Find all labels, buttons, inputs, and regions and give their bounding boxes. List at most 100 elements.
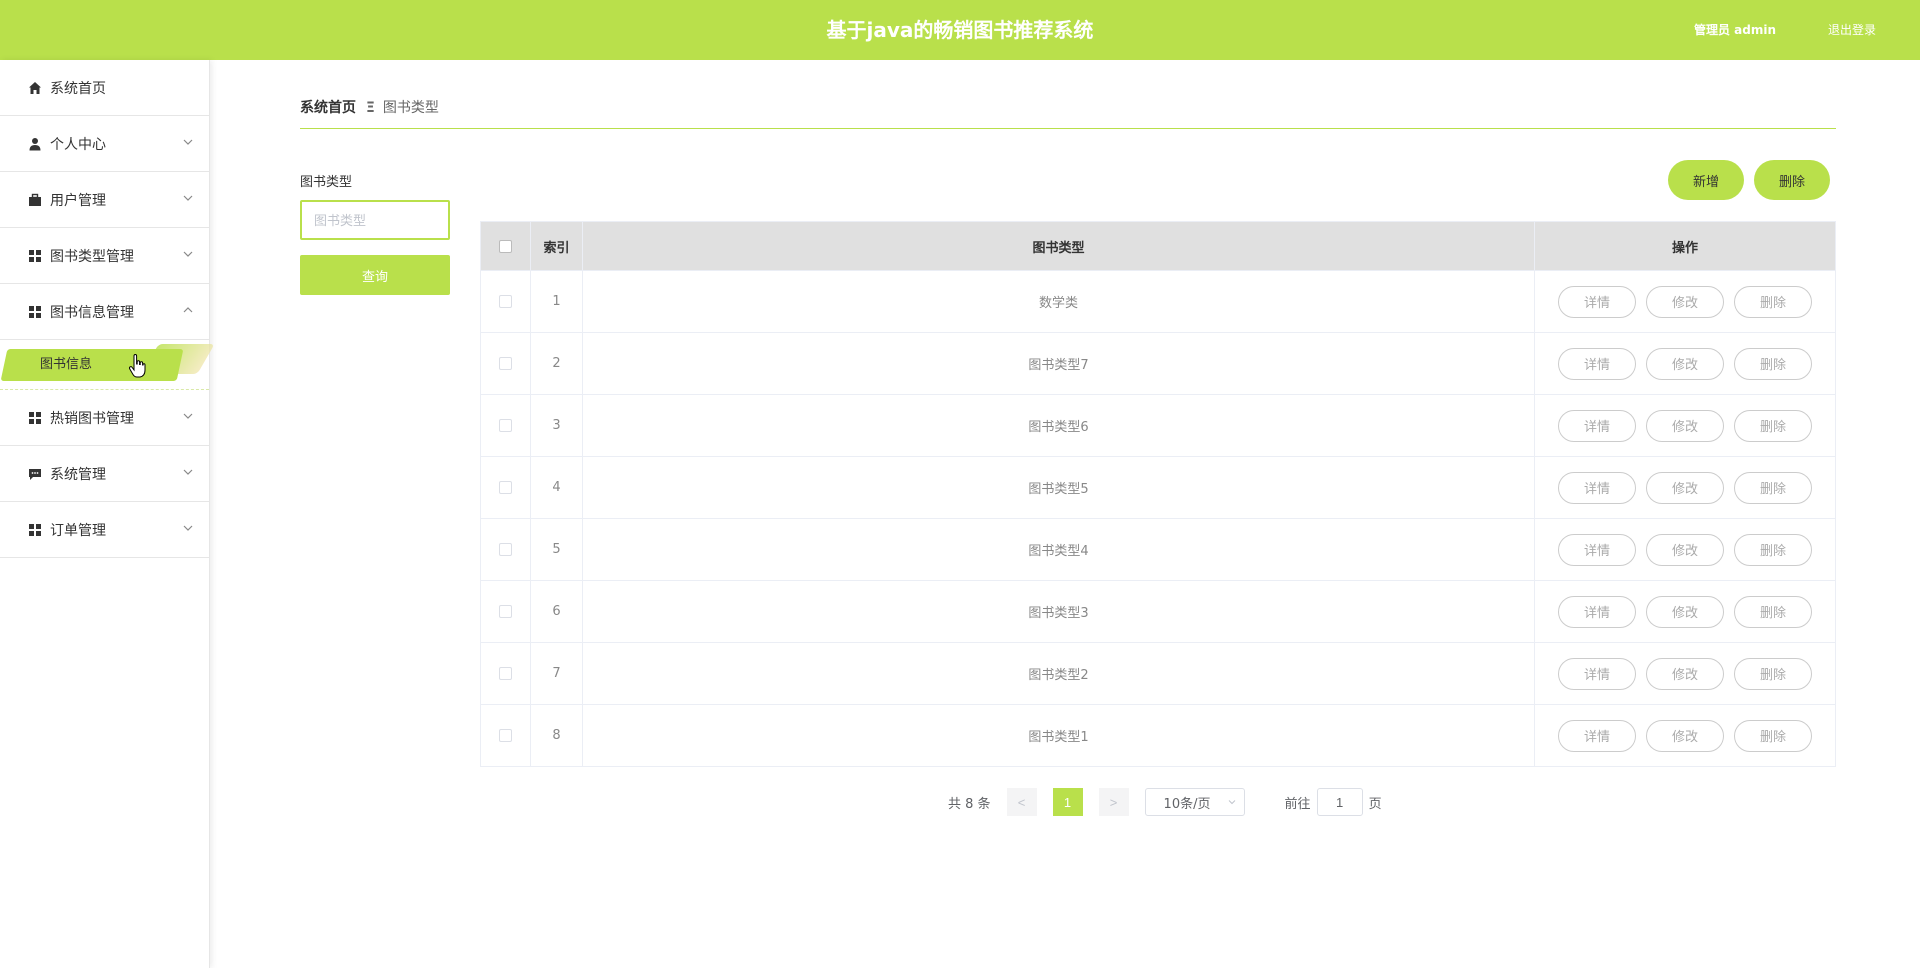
sidebar-item-system-management[interactable]: 系统管理 xyxy=(0,446,209,502)
sidebar-item-label: 系统管理 xyxy=(50,466,106,483)
row-checkbox[interactable] xyxy=(499,295,512,308)
chevron-up-icon xyxy=(183,307,193,313)
logout-link[interactable]: 退出登录 xyxy=(1828,0,1876,60)
book-type-table: 索引 图书类型 操作 1 数学类 详情 修改 删除 2 图书类型7 详情 修改 删除 3 图书类型6 详… xyxy=(480,221,1836,767)
row-type: 数学类 xyxy=(583,271,1535,332)
row-type: 图书类型1 xyxy=(583,705,1535,766)
query-button[interactable]: 查询 xyxy=(300,255,450,295)
sidebar-item-label: 个人中心 xyxy=(50,136,106,153)
chevron-down-icon xyxy=(183,195,193,201)
hand-cursor-icon xyxy=(128,354,146,378)
user-icon xyxy=(28,137,42,151)
sidebar-item-label: 热销图书管理 xyxy=(50,410,134,427)
sidebar-item-label: 用户管理 xyxy=(50,192,106,209)
row-checkbox[interactable] xyxy=(499,543,512,556)
edit-button[interactable]: 修改 xyxy=(1646,285,1724,318)
edit-button[interactable]: 修改 xyxy=(1646,347,1724,380)
top-bar: 基于java的畅销图书推荐系统 管理员 admin 退出登录 xyxy=(0,0,1920,60)
sidebar: 系统首页 个人中心 用户管理 图书类型管理 图书信息管理 图书信息 热销图书管理… xyxy=(0,60,215,968)
row-checkbox[interactable] xyxy=(499,481,512,494)
sidebar-item-label: 图书类型管理 xyxy=(50,248,134,265)
sidebar-item-order-management[interactable]: 订单管理 xyxy=(0,502,209,558)
row-checkbox[interactable] xyxy=(499,729,512,742)
detail-button[interactable]: 详情 xyxy=(1558,719,1636,752)
row-checkbox[interactable] xyxy=(499,419,512,432)
filter-label: 图书类型 xyxy=(300,175,353,190)
chevron-down-icon xyxy=(183,139,193,145)
sidebar-item-book-info-management[interactable]: 图书信息管理 xyxy=(0,284,209,340)
delete-button[interactable]: 删除 xyxy=(1734,595,1812,628)
edit-button[interactable]: 修改 xyxy=(1646,595,1724,628)
edit-button[interactable]: 修改 xyxy=(1646,533,1724,566)
sidebar-item-hot-books-management[interactable]: 热销图书管理 xyxy=(0,390,209,446)
sidebar-subitem-book-info[interactable]: 图书信息 xyxy=(40,349,92,381)
detail-button[interactable]: 详情 xyxy=(1558,533,1636,566)
detail-button[interactable]: 详情 xyxy=(1558,657,1636,690)
grid-icon xyxy=(28,305,42,319)
breadcrumb: 系统首页 Ξ 图书类型 xyxy=(300,97,439,117)
row-index: 5 xyxy=(531,519,583,580)
delete-button[interactable]: 删除 xyxy=(1734,471,1812,504)
delete-button[interactable]: 删除 xyxy=(1734,533,1812,566)
chat-icon xyxy=(28,467,42,481)
delete-button[interactable]: 删除 xyxy=(1734,409,1812,442)
delete-button[interactable]: 删除 xyxy=(1734,657,1812,690)
detail-button[interactable]: 详情 xyxy=(1558,347,1636,380)
add-button[interactable]: 新增 xyxy=(1668,160,1744,200)
sidebar-item-book-type-management[interactable]: 图书类型管理 xyxy=(0,228,209,284)
sidebar-item-home[interactable]: 系统首页 xyxy=(0,60,209,116)
edit-button[interactable]: 修改 xyxy=(1646,719,1724,752)
app-title: 基于java的畅销图书推荐系统 xyxy=(826,18,1094,42)
row-type: 图书类型6 xyxy=(583,395,1535,456)
page-suffix: 页 xyxy=(1368,796,1382,812)
briefcase-icon xyxy=(28,193,42,207)
row-index: 7 xyxy=(531,643,583,704)
delete-button[interactable]: 删除 xyxy=(1734,347,1812,380)
batch-delete-button[interactable]: 删除 xyxy=(1754,160,1830,200)
breadcrumb-separator: Ξ xyxy=(366,100,375,116)
table-row: 2 图书类型7 详情 修改 删除 xyxy=(481,332,1835,394)
book-type-search-input[interactable] xyxy=(300,200,450,240)
delete-button[interactable]: 删除 xyxy=(1734,719,1812,752)
row-type: 图书类型4 xyxy=(583,519,1535,580)
header-index: 索引 xyxy=(531,222,583,270)
edit-button[interactable]: 修改 xyxy=(1646,657,1724,690)
row-checkbox[interactable] xyxy=(499,357,512,370)
page-size-select[interactable]: 10条/页 xyxy=(1144,788,1245,816)
table-row: 3 图书类型6 详情 修改 删除 xyxy=(481,394,1835,456)
header-type: 图书类型 xyxy=(583,222,1535,270)
chevron-down-icon xyxy=(183,469,193,475)
chevron-down-icon xyxy=(183,413,193,419)
sidebar-submenu: 图书信息 xyxy=(0,340,215,390)
grid-icon xyxy=(28,249,42,263)
table-row: 1 数学类 详情 修改 删除 xyxy=(481,270,1835,332)
delete-button[interactable]: 删除 xyxy=(1734,285,1812,318)
breadcrumb-home[interactable]: 系统首页 xyxy=(300,100,356,116)
detail-button[interactable]: 详情 xyxy=(1558,595,1636,628)
grid-icon xyxy=(28,523,42,537)
table-row: 8 图书类型1 详情 修改 删除 xyxy=(481,704,1835,766)
pagination: 共 8 条 < 1 > 10条/页 前往 页 xyxy=(948,788,1382,816)
header-ops: 操作 xyxy=(1671,240,1698,256)
breadcrumb-divider xyxy=(300,128,1836,129)
row-index: 2 xyxy=(531,333,583,394)
prev-page-button[interactable]: < xyxy=(1006,788,1037,816)
row-type: 图书类型2 xyxy=(583,643,1535,704)
chevron-down-icon xyxy=(1228,800,1235,805)
detail-button[interactable]: 详情 xyxy=(1558,471,1636,504)
detail-button[interactable]: 详情 xyxy=(1558,409,1636,442)
sidebar-item-user-management[interactable]: 用户管理 xyxy=(0,172,209,228)
sidebar-item-personal-center[interactable]: 个人中心 xyxy=(0,116,209,172)
row-checkbox[interactable] xyxy=(499,605,512,618)
edit-button[interactable]: 修改 xyxy=(1646,471,1724,504)
detail-button[interactable]: 详情 xyxy=(1558,285,1636,318)
table-row: 5 图书类型4 详情 修改 删除 xyxy=(481,518,1835,580)
total-count: 共 8 条 xyxy=(948,796,991,812)
row-checkbox[interactable] xyxy=(499,667,512,680)
edit-button[interactable]: 修改 xyxy=(1646,409,1724,442)
chevron-down-icon xyxy=(183,251,193,257)
select-all-checkbox[interactable] xyxy=(499,239,512,253)
page-number-button[interactable]: 1 xyxy=(1052,788,1083,816)
goto-page-input[interactable] xyxy=(1316,788,1363,816)
next-page-button[interactable]: > xyxy=(1098,788,1129,816)
